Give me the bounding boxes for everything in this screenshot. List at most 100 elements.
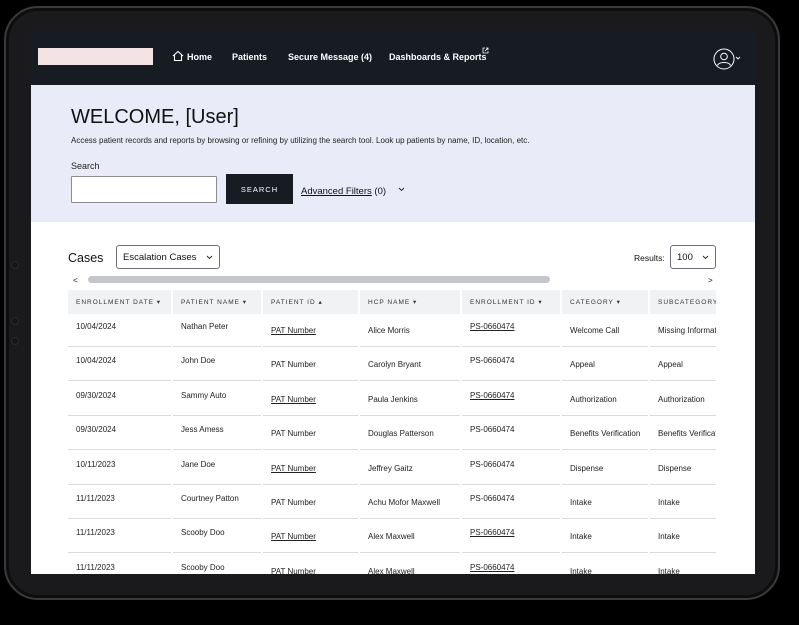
table-cell-category: Welcome Call (562, 314, 648, 347)
table-cell-patient-id[interactable]: PAT Number (263, 555, 358, 574)
patient-id-link[interactable]: PAT Number (271, 383, 358, 404)
results-label: Results: (634, 253, 665, 263)
column-header-enrollment-date[interactable]: ENROLLMENT DATE ▾ (68, 290, 171, 314)
column-header-hcp-name[interactable]: HCP NAME ▾ (360, 290, 460, 314)
category-text: Intake (570, 498, 592, 507)
table-cell-patient-id: PAT Number (263, 486, 358, 519)
table-cell-enrollment-id[interactable]: PS-0660474 (462, 555, 560, 574)
nav-home-link[interactable]: Home (187, 52, 212, 62)
camera-dot (11, 337, 19, 345)
patient-id-link[interactable]: PAT Number (271, 555, 358, 574)
case-type-select[interactable]: Escalation Cases (116, 245, 220, 269)
enrollment-date-text: 09/30/2024 (76, 390, 117, 400)
nav-secure-message-link[interactable]: Secure Message (4) (288, 52, 372, 62)
search-input[interactable] (71, 176, 217, 203)
enrollment-id-link[interactable]: PS-0660474 (470, 314, 560, 331)
enrollment-date-text: 11/11/2023 (76, 528, 115, 538)
chevron-down-icon[interactable] (735, 55, 741, 61)
case-type-value: Escalation Cases (123, 251, 197, 263)
table-cell-enrollment-id[interactable]: PS-0660474 (462, 520, 560, 554)
table-cell-patient-id[interactable]: PAT Number (263, 452, 358, 485)
chevron-down-icon[interactable] (398, 186, 405, 193)
hcp-name-text: Carolyn Bryant (368, 360, 421, 370)
table-cell-enrollment-date: 11/11/2023 (68, 486, 171, 519)
column-header-patient-name[interactable]: PATIENT NAME ▾ (173, 290, 261, 314)
patient-id-link[interactable]: PAT Number (271, 520, 358, 541)
hcp-name-text: Paula Jenkins (368, 394, 418, 404)
table-cell-subcategory: Appeal (650, 348, 716, 382)
subcategory-text: Dispense (658, 463, 692, 473)
chevron-down-icon (206, 255, 213, 260)
table-cell-enrollment-date: 10/04/2024 (68, 348, 171, 382)
table-cell-category: Authorization (562, 383, 648, 416)
table-cell-patient-name: Scooby Doo (173, 520, 261, 554)
scrollbar-thumb[interactable] (88, 276, 550, 283)
patient-id-text: PAT Number (271, 429, 316, 439)
chevron-down-icon (702, 255, 709, 260)
table-cell-enrollment-id: PS-0660474 (462, 486, 560, 519)
category-text: Appeal (570, 360, 595, 370)
table-cell-subcategory: Intake (650, 555, 716, 574)
table-cell-hcp-name: Achu Mofor Maxwell (360, 486, 460, 519)
category-text: Benefits Verification (570, 429, 641, 439)
category-text: Welcome Call (570, 326, 620, 335)
table-cell-enrollment-date: 10/11/2023 (68, 452, 171, 485)
top-navigation-bar: Home Patients Secure Message (4) Dashboa… (31, 31, 755, 85)
patient-name-text: Sammy Auto (181, 390, 227, 400)
patient-name-text: Scooby Doo (181, 528, 225, 538)
table-cell-patient-id[interactable]: PAT Number (263, 520, 358, 554)
enrollment-id-link[interactable]: PS-0660474 (470, 555, 560, 572)
column-header-enrollment-id[interactable]: ENROLLMENT ID ▾ (462, 290, 560, 314)
home-icon[interactable] (172, 50, 184, 62)
enrollment-date-text: 10/11/2023 (76, 459, 116, 469)
results-per-page-select[interactable]: 100 (670, 245, 716, 269)
table-cell-subcategory: Authorization (650, 383, 716, 416)
table-cell-patient-id: PAT Number (263, 348, 358, 382)
user-avatar-icon[interactable] (713, 48, 735, 70)
subcategory-text: Intake (658, 532, 680, 542)
patient-id-link[interactable]: PAT Number (271, 314, 358, 335)
column-header-category[interactable]: CATEGORY ▾ (562, 290, 648, 314)
table-cell-hcp-name: Carolyn Bryant (360, 348, 460, 382)
table-cell-patient-id[interactable]: PAT Number (263, 383, 358, 416)
patient-name-text: Jane Doe (181, 459, 216, 469)
column-header-patient-id[interactable]: PATIENT ID ▴ (263, 290, 358, 314)
table-cell-hcp-name: Alex Maxwell (360, 555, 460, 574)
external-link-icon (482, 47, 489, 54)
table-cell-enrollment-date: 11/11/2023 (68, 520, 171, 554)
nav-dashboards-reports-link[interactable]: Dashboards & Reports (389, 52, 487, 62)
table-cell-subcategory: Intake (650, 520, 716, 554)
enrollment-date-text: 11/11/2023 (76, 562, 115, 572)
table-cell-patient-id[interactable]: PAT Number (263, 314, 358, 347)
enrollment-id-text: PS-0660474 (470, 494, 515, 503)
advanced-filters-link[interactable]: Advanced Filters (0) (301, 186, 386, 197)
table-cell-enrollment-id: PS-0660474 (462, 452, 560, 485)
table-cell-patient-name: Courtney Patton (173, 486, 261, 519)
advanced-filters-label: Advanced Filters (301, 186, 372, 197)
enrollment-id-link[interactable]: PS-0660474 (470, 520, 560, 537)
scroll-right-arrow[interactable]: > (708, 276, 713, 285)
table-cell-enrollment-id[interactable]: PS-0660474 (462, 383, 560, 416)
column-header-subcategory[interactable]: SUBCATEGORY (650, 290, 716, 314)
table-cell-patient-name: Scooby Doo (173, 555, 261, 574)
table-cell-enrollment-id: PS-0660474 (462, 417, 560, 451)
table-cell-patient-name: Jane Doe (173, 452, 261, 485)
table-cell-enrollment-id[interactable]: PS-0660474 (462, 314, 560, 347)
welcome-panel: WELCOME, [User] Access patient records a… (31, 85, 755, 222)
enrollment-date-text: 10/04/2024 (76, 356, 117, 366)
subcategory-text: Authorization (658, 394, 705, 404)
results-per-page-value: 100 (677, 251, 693, 263)
patient-id-link[interactable]: PAT Number (271, 452, 358, 473)
table-cell-hcp-name: Douglas Patterson (360, 417, 460, 451)
patient-name-text: Courtney Patton (181, 494, 239, 503)
patient-name-text: Jess Amess (181, 425, 224, 435)
scroll-left-arrow[interactable]: < (73, 276, 78, 285)
brand-logo[interactable] (38, 48, 153, 65)
nav-patients-link[interactable]: Patients (232, 52, 267, 62)
patient-id-text: PAT Number (271, 498, 316, 507)
search-button[interactable]: SEARCH (226, 174, 293, 204)
patient-id-text: PAT Number (271, 360, 316, 370)
table-cell-patient-name: Jess Amess (173, 417, 261, 451)
enrollment-id-link[interactable]: PS-0660474 (470, 383, 560, 400)
hcp-name-text: Achu Mofor Maxwell (368, 498, 441, 507)
